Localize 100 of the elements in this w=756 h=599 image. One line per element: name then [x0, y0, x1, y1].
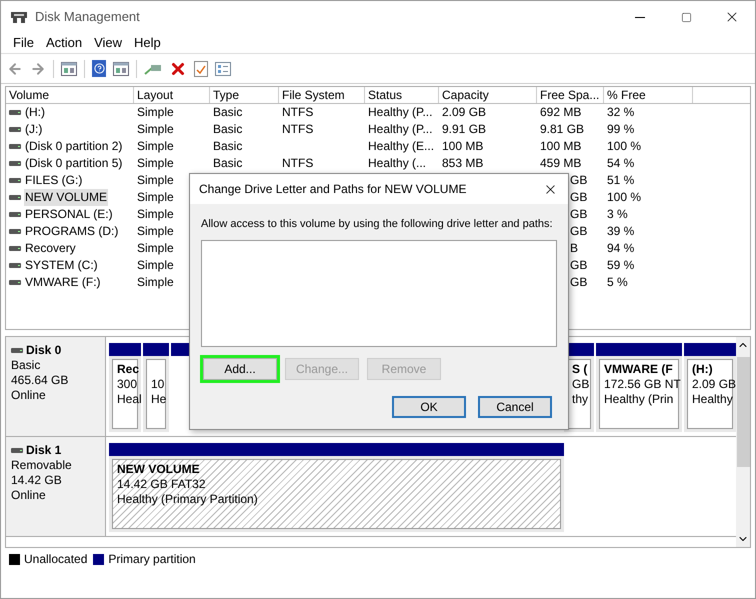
column-header[interactable]: Volume — [6, 87, 134, 103]
column-header[interactable]: Status — [365, 87, 439, 103]
table-cell: 100 % — [607, 189, 642, 206]
table-cell: Simple — [137, 274, 174, 291]
partition-block[interactable]: VMWARE (F 172.56 GB NT Healthy (Prin — [596, 343, 682, 432]
scrollbar[interactable] — [736, 337, 750, 547]
menu-item[interactable]: Action — [40, 33, 88, 53]
column-header[interactable]: Layout — [134, 87, 210, 103]
table-cell: Simple — [137, 104, 174, 121]
table-cell: Healthy (P... — [368, 121, 432, 138]
drive-icon — [9, 195, 21, 200]
table-cell[interactable]: VMWARE (F:) — [24, 274, 102, 291]
partition-name: NEW VOLUME — [117, 462, 200, 477]
table-cell[interactable]: (J:) — [24, 121, 44, 138]
table-cell: 9.91 GB — [442, 121, 486, 138]
menu-item[interactable]: Help — [128, 33, 167, 53]
table-cell[interactable]: (Disk 0 partition 5) — [24, 155, 124, 172]
partition-status: Healthy (Primary Partition) — [117, 492, 258, 507]
table-cell: Simple — [137, 240, 174, 257]
column-header[interactable]: Type — [210, 87, 279, 103]
disk-name: Disk 0 — [26, 343, 62, 358]
table-cell: NTFS — [282, 104, 314, 121]
partition-size: GB — [572, 377, 590, 392]
back-icon[interactable] — [7, 60, 23, 76]
checklist-icon[interactable] — [194, 60, 208, 76]
partition-block[interactable]: 10 He — [143, 343, 169, 432]
menu-item[interactable]: View — [88, 33, 128, 53]
drive-icon — [9, 246, 21, 251]
disk-type: Removable — [11, 458, 73, 473]
partition-status: Heal — [117, 392, 141, 407]
maximize-icon — [680, 12, 692, 22]
table-cell[interactable]: PROGRAMS (D:) — [24, 223, 120, 240]
column-header[interactable]: File System — [279, 87, 365, 103]
minimize-icon — [635, 16, 645, 18]
table-cell[interactable]: SYSTEM (C:) — [24, 257, 99, 274]
table-cell: 39 % — [607, 223, 634, 240]
partition-block[interactable]: NEW VOLUME 14.42 GB FAT32 Healthy (Primary Partition) — [109, 443, 564, 532]
disk-size: 14.42 GB — [11, 473, 63, 488]
table-cell[interactable]: (H:) — [24, 104, 46, 121]
disk-size: 465.64 GB — [11, 373, 70, 388]
column-header[interactable]: % Free — [604, 87, 693, 103]
table-cell: Healthy (E... — [368, 138, 434, 155]
table-cell: Simple — [137, 172, 174, 189]
table-cell[interactable]: NEW VOLUME — [24, 189, 108, 206]
table-cell: Simple — [137, 155, 174, 172]
drive-icon — [9, 161, 21, 166]
table-cell: Basic — [213, 121, 242, 138]
table-cell: 99 % — [607, 121, 634, 138]
partition-name: Rec — [117, 362, 140, 377]
table-cell: Basic — [213, 155, 242, 172]
connect-icon[interactable] — [144, 62, 162, 74]
table-cell: 94 % — [607, 240, 634, 257]
table-cell: 692 MB — [540, 104, 582, 121]
partition-status: Healthy — [692, 392, 733, 407]
table-cell: 54 % — [607, 155, 634, 172]
properties-icon[interactable] — [215, 62, 231, 76]
drive-icon — [9, 280, 21, 285]
table-cell: GB — [570, 189, 588, 206]
drive-icon — [9, 178, 21, 183]
column-header[interactable]: Free Spa... — [537, 87, 604, 103]
dialog-button[interactable]: OK — [392, 396, 466, 418]
table-cell[interactable]: FILES (G:) — [24, 172, 84, 189]
action-pane-icon[interactable] — [113, 62, 129, 76]
help-icon[interactable] — [92, 60, 106, 77]
drive-icon — [9, 110, 21, 115]
table-cell: 100 MB — [442, 138, 484, 155]
dialog-button[interactable]: Cancel — [478, 396, 552, 418]
table-cell: GB — [570, 223, 588, 240]
disk-management-icon — [11, 10, 27, 24]
disk-status: Online — [11, 488, 47, 503]
column-header[interactable]: Capacity — [439, 87, 537, 103]
table-cell: Basic — [213, 104, 242, 121]
table-cell: GB — [570, 172, 588, 189]
table-cell: Healthy (P... — [368, 104, 432, 121]
table-cell: 2.09 GB — [442, 104, 486, 121]
table-cell: Simple — [137, 223, 174, 240]
table-cell: Simple — [137, 257, 174, 274]
disk-status: Online — [11, 388, 47, 403]
table-cell[interactable]: PERSONAL (E:) — [24, 206, 114, 223]
partition-block[interactable]: Rec 300 Heal — [109, 343, 141, 432]
partition-size: 14.42 GB FAT32 — [117, 477, 206, 492]
table-cell: 9.81 GB — [540, 121, 584, 138]
partition-block[interactable]: (H:) 2.09 GB Healthy — [684, 343, 736, 432]
table-cell[interactable]: (Disk 0 partition 2) — [24, 138, 124, 155]
partition-size: 2.09 GB — [692, 377, 736, 392]
forward-icon[interactable] — [30, 60, 46, 76]
partition-name: S ( — [572, 362, 588, 377]
menu-item[interactable]: File — [7, 33, 40, 53]
partition-size: 10 — [151, 377, 164, 392]
console-tree-icon[interactable] — [61, 62, 77, 76]
table-cell: 100 % — [607, 138, 642, 155]
table-cell[interactable]: Recovery — [24, 240, 77, 257]
drive-icon — [9, 212, 21, 217]
table-cell: Simple — [137, 138, 174, 155]
partition-status: Healthy (Prin — [604, 392, 674, 407]
table-cell: Simple — [137, 206, 174, 223]
partition-size: 172.56 GB NT — [604, 377, 681, 392]
partition-status: thy — [572, 392, 588, 407]
partition-name: VMWARE (F — [604, 362, 673, 377]
table-cell: GB — [570, 274, 588, 291]
